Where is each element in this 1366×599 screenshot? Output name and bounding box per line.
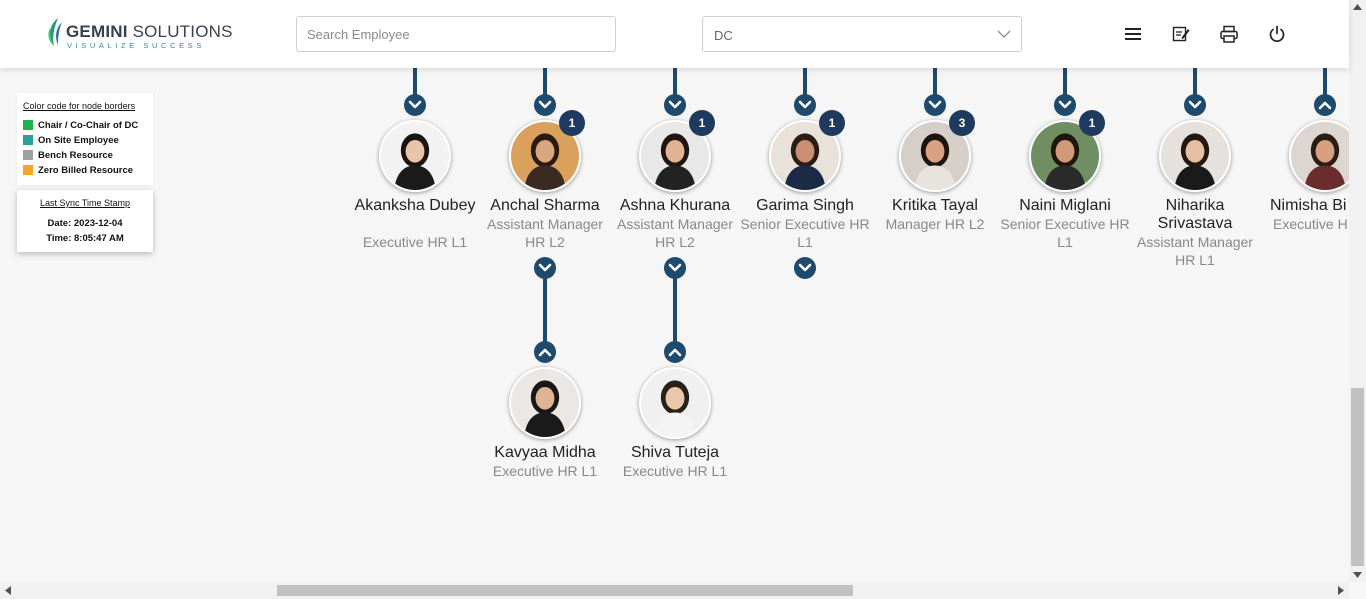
chevron-down-icon (997, 30, 1011, 38)
employee-avatar[interactable] (639, 367, 711, 439)
employee-name[interactable]: Akanksha Dubey (350, 197, 480, 215)
employee-avatar[interactable] (509, 367, 581, 439)
person-photo-icon (641, 369, 709, 437)
collapse-button[interactable] (924, 94, 946, 116)
legend-swatch (23, 150, 33, 160)
collapse-up-button[interactable] (534, 341, 556, 363)
employee-name[interactable]: Anchal Sharma (480, 197, 610, 215)
employee-name[interactable]: Kavyaa Midha (480, 444, 610, 462)
person-photo-icon (511, 369, 579, 437)
collapse-button[interactable] (664, 94, 686, 116)
collapse-button[interactable] (534, 94, 556, 116)
app-header: GEMINI SOLUTIONS VISUALIZE SUCCESS DC (0, 0, 1349, 68)
expand-children-button[interactable] (664, 257, 686, 279)
employee-role: Senior Executive HR L1 (740, 216, 870, 250)
legend-swatch (23, 120, 33, 130)
chevron-down-icon (668, 263, 682, 272)
chevron-up-icon (538, 348, 552, 357)
employee-role: Executive HR L1 (362, 234, 468, 250)
chevron-down-icon (538, 263, 552, 272)
scroll-right-arrow-icon[interactable] (1338, 586, 1344, 595)
direct-reports-badge: 1 (819, 110, 845, 136)
employee-avatar[interactable] (379, 120, 451, 192)
collapse-up-button[interactable] (664, 341, 686, 363)
direct-reports-badge: 3 (949, 110, 975, 136)
scroll-up-arrow-icon[interactable] (1353, 4, 1362, 10)
search-employee-input[interactable] (296, 16, 616, 52)
scroll-left-arrow-icon[interactable] (5, 586, 11, 595)
horizontal-scroll-thumb[interactable] (277, 585, 853, 596)
employee-name[interactable]: Niharika Srivastava (1130, 197, 1260, 233)
employee-name[interactable]: Kritika Tayal (870, 197, 1000, 215)
department-select[interactable]: DC (702, 16, 1022, 52)
company-logo[interactable]: GEMINI SOLUTIONS VISUALIZE SUCCESS (46, 16, 232, 52)
employee-role: Executive HR L1 (622, 463, 728, 479)
chevron-up-icon (668, 348, 682, 357)
collapse-button[interactable] (1054, 94, 1076, 116)
color-legend: Color code for node borders Chair / Co-C… (17, 93, 153, 185)
edit-note-icon[interactable] (1171, 24, 1191, 44)
employee-role: Assistant Manager HR L2 (487, 216, 603, 250)
expand-children-button[interactable] (794, 257, 816, 279)
direct-reports-badge: 1 (689, 110, 715, 136)
employee-role: Executive HR L1 (492, 463, 598, 479)
legend-title: Color code for node borders (23, 101, 136, 111)
collapse-button[interactable] (1184, 94, 1206, 116)
vertical-scroll-thumb[interactable] (1351, 388, 1364, 566)
sync-timestamp-panel: Last Sync Time Stamp Date: 2023-12-04 Ti… (17, 190, 153, 252)
employee-avatar[interactable] (1159, 120, 1231, 192)
chevron-down-icon (538, 100, 552, 109)
expand-children-button[interactable] (534, 257, 556, 279)
employee-role: Manager HR L2 (885, 216, 985, 232)
employee-name[interactable]: Garima Singh (740, 197, 870, 215)
chevron-down-icon (1058, 100, 1072, 109)
legend-swatch (23, 135, 33, 145)
chevron-down-icon (1188, 100, 1202, 109)
hamburger-menu-icon[interactable] (1123, 24, 1143, 44)
department-select-value: DC (714, 28, 733, 43)
power-icon[interactable] (1267, 24, 1287, 44)
chevron-down-icon (928, 100, 942, 109)
employee-role: Assistant Manager HR L2 (617, 216, 733, 250)
direct-reports-badge: 1 (1079, 110, 1105, 136)
sync-time: Time: 8:05:47 AM (46, 233, 124, 244)
print-icon[interactable] (1219, 24, 1239, 44)
direct-reports-badge: 1 (559, 110, 585, 136)
person-photo-icon (381, 122, 449, 190)
employee-name[interactable]: Naini Miglani (1000, 197, 1130, 215)
chevron-down-icon (798, 263, 812, 272)
sync-date: Date: 2023-12-04 (47, 218, 123, 229)
sync-title: Last Sync Time Stamp (39, 198, 131, 208)
employee-role: Senior Executive HR L1 (1000, 216, 1130, 250)
expand-up-button[interactable] (1314, 94, 1336, 116)
scroll-down-arrow-icon[interactable] (1353, 572, 1362, 578)
chevron-down-icon (668, 100, 682, 109)
logo-title: GEMINI SOLUTIONS (66, 22, 233, 41)
collapse-button[interactable] (404, 94, 426, 116)
leaf-logo-icon (48, 18, 62, 46)
chevron-down-icon (798, 100, 812, 109)
person-photo-icon (1161, 122, 1229, 190)
chevron-down-icon (408, 100, 422, 109)
connector-line (673, 278, 677, 344)
employee-name[interactable]: Ashna Khurana (610, 197, 740, 215)
connector-line (543, 278, 547, 344)
chevron-up-icon (1318, 101, 1332, 110)
employee-role: Assistant Manager HR L1 (1137, 234, 1253, 268)
logo-tagline: VISUALIZE SUCCESS (67, 41, 205, 50)
collapse-button[interactable] (794, 94, 816, 116)
employee-name[interactable]: Shiva Tuteja (610, 444, 740, 462)
legend-swatch (23, 165, 33, 175)
